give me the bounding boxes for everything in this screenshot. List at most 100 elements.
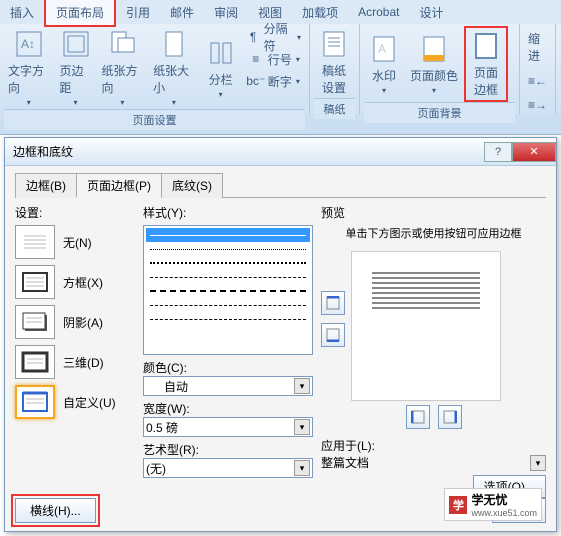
apply-combo[interactable]: 整篇文档▾ [321, 454, 546, 471]
text-direction-button[interactable]: A↕ 文字方向▾ [4, 26, 54, 109]
text-direction-icon: A↕ [13, 28, 45, 60]
setting-shadow[interactable]: 阴影(A) [15, 305, 135, 339]
setting-3d[interactable]: 三维(D) [15, 345, 135, 379]
site-watermark: 学 学无忧 www.xue51.com [444, 488, 542, 521]
watermark-button[interactable]: A 水印▾ [364, 26, 404, 102]
dialog-title: 边框和底纹 [13, 143, 73, 160]
setting-custom[interactable]: 自定义(U) [15, 385, 135, 419]
tab-mailings[interactable]: 邮件 [160, 0, 204, 25]
tab-page-border[interactable]: 页面边框(P) [76, 173, 162, 198]
preview-page[interactable] [351, 251, 501, 401]
style-dotted[interactable] [146, 256, 310, 270]
breaks-icon: ¶ [247, 29, 260, 45]
style-column: 样式(Y): 颜色(C): 自动▾ 宽度(W): 0.5 磅▾ [143, 204, 313, 494]
apply-label: 应用于(L): [321, 437, 546, 454]
ribbon: 插入 页面布局 引用 邮件 审阅 视图 加载项 Acrobat 设计 A↕ 文字… [0, 0, 561, 135]
dialog-close-button[interactable]: ✕ [512, 142, 556, 162]
style-dashed[interactable] [146, 284, 310, 298]
orientation-button[interactable]: 纸张方向▾ [98, 26, 148, 109]
dialog-help-button[interactable]: ? [484, 142, 512, 162]
setting-box[interactable]: 方框(X) [15, 265, 135, 299]
page-border-icon [470, 30, 502, 62]
size-button[interactable]: 纸张大小▾ [149, 26, 199, 109]
size-label: 纸张大小 [153, 62, 195, 96]
columns-icon [205, 37, 237, 69]
dialog-tabs: 边框(B) 页面边框(P) 底纹(S) [15, 172, 546, 198]
margins-label: 页边距 [60, 62, 92, 96]
tab-borders[interactable]: 边框(B) [15, 173, 77, 198]
columns-button[interactable]: 分栏▾ [201, 26, 241, 109]
style-dotted-fine[interactable] [146, 242, 310, 256]
style-dashed-short[interactable] [146, 270, 310, 284]
chevron-down-icon: ▾ [294, 378, 310, 394]
border-bottom-button[interactable] [321, 323, 345, 347]
art-combo[interactable]: (无)▾ [143, 458, 313, 478]
text-direction-label: 文字方向 [8, 62, 50, 96]
tab-design[interactable]: 设计 [409, 0, 453, 25]
group-page-bg-label: 页面背景 [364, 102, 515, 123]
group-indent: 缩进 ≡← ≡→ [520, 24, 556, 114]
style-dash-dot-dot[interactable] [146, 312, 310, 326]
tab-page-layout[interactable]: 页面布局 [44, 0, 116, 27]
chevron-down-icon: ▾ [294, 460, 310, 476]
border-left-button[interactable] [406, 405, 430, 429]
art-label: 艺术型(R): [143, 441, 313, 458]
breaks-button[interactable]: ¶分隔符▾ [243, 26, 305, 48]
group-paper: 稿纸 设置 稿纸 [310, 24, 360, 114]
indent-right-icon: ≡→ [530, 97, 546, 113]
settings-label: 设置: [15, 204, 135, 221]
page-color-label: 页面颜色 [410, 67, 458, 84]
border-right-button[interactable] [438, 405, 462, 429]
color-combo[interactable]: 自动▾ [143, 376, 313, 396]
size-icon [158, 28, 190, 60]
page-color-icon [418, 33, 450, 65]
tab-references[interactable]: 引用 [116, 0, 160, 25]
tab-view[interactable]: 视图 [248, 0, 292, 25]
group-page-bg: A 水印▾ 页面颜色▾ 页面 边框 页面背景 [360, 24, 520, 114]
preview-column: 预览 单击下方图示或使用按钮可应用边框 应用于(L): [321, 204, 546, 494]
border-top-button[interactable] [321, 291, 345, 315]
page-border-button[interactable]: 页面 边框 [464, 26, 508, 102]
ribbon-body: A↕ 文字方向▾ 页边距▾ 纸张方向▾ 纸张大小▾ 分栏▾ [0, 24, 561, 114]
style-dash-dot[interactable] [146, 298, 310, 312]
dialog-titlebar: 边框和底纹 ? ✕ [5, 138, 556, 166]
setting-none[interactable]: 无(N) [15, 225, 135, 259]
ribbon-tabs: 插入 页面布局 引用 邮件 审阅 视图 加载项 Acrobat 设计 [0, 0, 561, 24]
indent-left-button[interactable]: ≡← [524, 70, 551, 92]
style-solid[interactable] [146, 228, 310, 242]
group-paper-label: 稿纸 [314, 98, 355, 119]
hyphenation-button[interactable]: bc⁻断字▾ [243, 70, 305, 92]
tab-acrobat[interactable]: Acrobat [348, 1, 409, 23]
paper-settings-button[interactable]: 稿纸 设置 [314, 26, 354, 98]
group-page-setup: A↕ 文字方向▾ 页边距▾ 纸张方向▾ 纸张大小▾ 分栏▾ [0, 24, 310, 114]
svg-text:A↕: A↕ [21, 37, 35, 51]
line-numbers-icon: ≡ [248, 51, 264, 67]
indent-left-icon: ≡← [530, 73, 546, 89]
settings-column: 设置: 无(N) 方框(X) 阴影(A) 三维(D) [15, 204, 135, 494]
margins-icon [60, 28, 92, 60]
paper-icon [318, 28, 350, 60]
color-label: 颜色(C): [143, 359, 313, 376]
indent-right-button[interactable]: ≡→ [524, 94, 551, 116]
chevron-down-icon: ▾ [530, 455, 546, 471]
page-border-label: 页面 边框 [474, 64, 498, 98]
preview-label: 预览 [321, 204, 546, 221]
tab-insert[interactable]: 插入 [0, 0, 44, 25]
width-combo[interactable]: 0.5 磅▾ [143, 417, 313, 437]
page-color-button[interactable]: 页面颜色▾ [406, 26, 462, 102]
preview-hint: 单击下方图示或使用按钮可应用边框 [321, 225, 546, 241]
tab-shading[interactable]: 底纹(S) [161, 173, 223, 198]
svg-text:A: A [378, 42, 386, 56]
tab-addins[interactable]: 加载项 [292, 0, 348, 25]
paper-settings-label: 稿纸 设置 [322, 62, 346, 96]
group-page-setup-label: 页面设置 [4, 109, 305, 130]
hyphenation-icon: bc⁻ [248, 73, 264, 89]
line-numbers-button[interactable]: ≡行号▾ [243, 48, 305, 70]
horizontal-line-button[interactable]: 横线(H)... [15, 498, 96, 523]
style-list[interactable] [143, 225, 313, 355]
style-label: 样式(Y): [143, 204, 313, 221]
margins-button[interactable]: 页边距▾ [56, 26, 96, 109]
watermark-icon: A [368, 33, 400, 65]
width-label: 宽度(W): [143, 400, 313, 417]
tab-review[interactable]: 审阅 [204, 0, 248, 25]
